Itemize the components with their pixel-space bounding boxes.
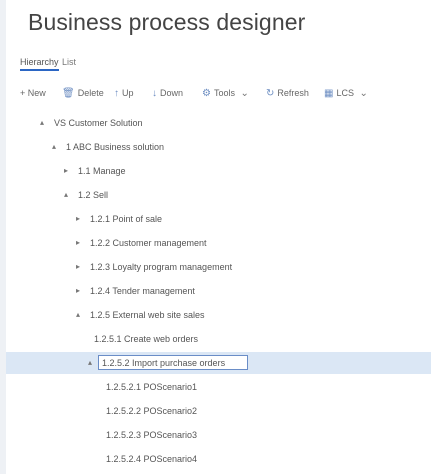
- tools-button[interactable]: ⚙ Tools ⌄: [202, 88, 249, 99]
- expand-chevron-icon[interactable]: ▸: [74, 286, 82, 295]
- page-title: Business process designer: [28, 9, 306, 35]
- tools-icon: ⚙: [202, 88, 211, 99]
- trash-icon: 🗑: [62, 88, 75, 99]
- tools-label: Tools: [213, 88, 235, 98]
- refresh-label: Refresh: [277, 88, 309, 98]
- collapse-chevron-icon[interactable]: ▴: [38, 118, 46, 127]
- tree-row[interactable]: ▸ 1.2.3 Loyalty program management: [6, 256, 431, 278]
- delete-label: Delete: [77, 88, 104, 98]
- tree-row[interactable]: ▴ 1.2.5.2 Import purchase orders: [6, 352, 431, 374]
- tree-node-label: 1.2.5.2.1 POScenario1: [106, 382, 198, 392]
- expand-chevron-icon[interactable]: ▸: [74, 214, 82, 223]
- page: Business process designer Hierarchy List…: [6, 0, 431, 474]
- chevron-down-icon: ⌄: [359, 88, 368, 99]
- lcs-label: LCS: [336, 88, 354, 98]
- tree-node-label: 1.2.4 Tender management: [90, 286, 195, 296]
- chevron-down-icon: ⌄: [240, 88, 249, 99]
- lcs-button[interactable]: ▦ LCS ⌄: [324, 88, 368, 99]
- tree-node-label: 1.2.5 External web site sales: [90, 310, 205, 320]
- tree-row[interactable]: ▴ VS Customer Solution: [6, 112, 431, 134]
- tree-node-label: 1.2 Sell: [78, 190, 109, 200]
- tree-node-label: 1.2.5.2.2 POScenario2: [106, 406, 198, 416]
- arrow-up-icon: ↑: [114, 88, 119, 99]
- tree-node-label: 1.2.5.2 Import purchase orders: [102, 358, 226, 368]
- expand-chevron-icon[interactable]: ▸: [74, 262, 82, 271]
- down-label: Down: [160, 88, 184, 98]
- delete-button[interactable]: 🗑 Delete: [62, 88, 104, 99]
- up-button[interactable]: ↑ Up: [114, 88, 134, 99]
- tree-row[interactable]: ▴ 1.2.5 External web site sales: [6, 304, 431, 326]
- tree-row[interactable]: ▴ 1.2 Sell: [6, 184, 431, 206]
- tree-row[interactable]: ▴ 1 ABC Business solution: [6, 136, 431, 158]
- selected-node-box[interactable]: 1.2.5.2 Import purchase orders: [98, 355, 248, 370]
- toolbar: + New 🗑 Delete ↑ Up ↓ Down ⚙ Tools ⌄ ↻ Refres…: [20, 86, 431, 104]
- tree-node-label: VS Customer Solution: [54, 118, 143, 128]
- lcs-icon: ▦: [324, 88, 334, 99]
- collapse-chevron-icon[interactable]: ▴: [50, 142, 58, 151]
- tree-node-label: 1.2.5.2.3 POScenario3: [106, 430, 198, 440]
- new-button[interactable]: + New: [20, 88, 46, 98]
- collapse-chevron-icon[interactable]: ▴: [62, 190, 70, 199]
- tree-row[interactable]: ▸ 1.1 Manage: [6, 160, 431, 182]
- arrow-down-icon: ↓: [152, 88, 157, 99]
- refresh-icon: ↻: [266, 88, 275, 99]
- tree-row[interactable]: 1.2.5.2.4 POScenario4: [6, 448, 431, 470]
- tree-node-label: 1 ABC Business solution: [66, 142, 165, 152]
- tree-node-label: 1.2.5.2.4 POScenario4: [106, 454, 198, 464]
- tree-row[interactable]: 1.2.5.2.2 POScenario2: [6, 400, 431, 422]
- tree-node-label: 1.2.3 Loyalty program management: [90, 262, 233, 272]
- tree-row[interactable]: ▸ 1.2.4 Tender management: [6, 280, 431, 302]
- tree-row[interactable]: 1.2.5.2.1 POScenario1: [6, 376, 431, 398]
- tree-node-label: 1.2.1 Point of sale: [90, 214, 163, 224]
- tree-node-label: 1.2.5.1 Create web orders: [94, 334, 199, 344]
- tab-list[interactable]: List: [62, 57, 76, 67]
- expand-chevron-icon[interactable]: ▸: [74, 238, 82, 247]
- collapse-chevron-icon[interactable]: ▴: [74, 310, 82, 319]
- expand-chevron-icon[interactable]: ▸: [62, 166, 70, 175]
- down-button[interactable]: ↓ Down: [152, 88, 183, 99]
- refresh-button[interactable]: ↻ Refresh: [266, 88, 309, 99]
- tree-node-label: 1.2.2 Customer management: [90, 238, 207, 248]
- up-label: Up: [122, 88, 134, 98]
- tab-hierarchy[interactable]: Hierarchy: [20, 57, 59, 71]
- tree-row[interactable]: ▸ 1.2.1 Point of sale: [6, 208, 431, 230]
- tree-node-label: 1.1 Manage: [78, 166, 126, 176]
- tree-row[interactable]: 1.2.5.2.3 POScenario3: [6, 424, 431, 446]
- collapse-chevron-icon[interactable]: ▴: [86, 358, 94, 367]
- tree-row[interactable]: ▸ 1.2.2 Customer management: [6, 232, 431, 254]
- tree-row[interactable]: 1.2.5.1 Create web orders: [6, 328, 431, 350]
